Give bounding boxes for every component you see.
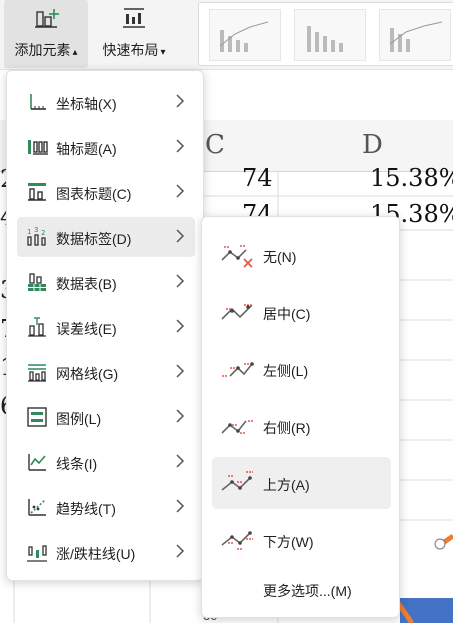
add-element-menu: 坐标轴(X) 轴标题(A) 图表标题(C) 132 数据标签(D) 数据表(B)… [6,70,204,581]
menu-item-label: 图表标题(C) [56,186,132,202]
chart-style-thumbnail[interactable] [379,9,451,61]
no-label-icon [221,245,253,268]
chevron-right-icon [176,94,185,108]
label-above-icon [221,471,253,491]
more-options-link[interactable]: 更多选项...(M) [263,581,352,601]
quick-layout-icon [123,8,145,28]
menu-item-label: 图例(L) [56,411,102,427]
chevron-right-icon [176,454,185,468]
submenu-item-label: 上方(A) [263,477,310,493]
ribbon-toolbar: 添加元素 ▴ 快速布局 ▾ [0,0,453,70]
menu-item-data-table[interactable]: 数据表(B) [17,262,195,302]
up-down-bar-icon [27,545,47,562]
chevron-right-icon [176,229,185,243]
svg-text:2: 2 [41,229,45,237]
submenu-item-label: 右侧(R) [263,420,311,436]
chevron-right-icon [176,364,185,378]
quick-layout-label: 快速布局 [102,42,159,58]
menu-item-label: 数据表(B) [56,276,117,292]
label-below-icon [221,531,253,550]
chevron-right-icon [176,274,185,288]
chart-thumbnail-icon [219,21,269,52]
chart-point-handle [434,538,446,550]
label-right-icon [221,420,254,434]
add-element-icon [35,9,59,28]
submenu-item-label: 居中(C) [263,306,311,322]
chart-style-thumbnail[interactable] [209,9,281,61]
data-table-icon [28,273,46,291]
menu-item-error-bar[interactable]: 误差线(E) [17,307,195,347]
trendline-icon [28,499,46,516]
data-label-submenu: 无(N) 居中(C) 左侧(L) 右侧(R) 上方(A) 下方(W) 更多选项.… [201,216,400,618]
menu-item-label: 误差线(E) [56,321,117,337]
chevron-right-icon [176,499,185,513]
chevron-right-icon [176,139,185,153]
menu-item-label: 线条(I) [56,456,98,472]
line-icon [28,454,46,471]
submenu-item-label: 无(N) [263,249,297,265]
label-left-icon [222,362,254,377]
menu-item-label: 数据标签(D) [56,231,132,247]
menu-item-label: 网格线(G) [56,366,119,382]
menu-item-label: 坐标轴(X) [56,96,117,112]
submenu-item-none[interactable]: 无(N) [212,229,391,281]
axis-title-icon [28,140,48,155]
caret-down-icon: ▾ [160,47,166,58]
submenu-item-label: 下方(W) [263,534,314,550]
menu-item-chart-title[interactable]: 图表标题(C) [17,172,195,212]
menu-item-data-label[interactable]: 132 数据标签(D) [17,217,195,257]
svg-text:3: 3 [34,226,38,234]
menu-item-label: 涨/跌柱线(U) [56,546,136,562]
submenu-item-center[interactable]: 居中(C) [212,286,391,338]
menu-item-label: 轴标题(A) [56,141,117,157]
legend-icon [27,407,47,427]
chevron-right-icon [176,319,185,333]
menu-item-axis[interactable]: 坐标轴(X) [17,82,195,122]
submenu-item-below[interactable]: 下方(W) [212,514,391,566]
chart-title-icon [28,183,46,201]
chart-thumbnail-icon [307,26,343,52]
chart-style-gallery [198,2,453,66]
menu-item-up-down-bar[interactable]: 涨/跌柱线(U) [17,532,195,572]
quick-layout-button[interactable]: 快速布局 ▾ [92,0,176,68]
error-bar-icon [28,317,46,337]
chevron-right-icon [176,544,185,558]
chart-thumbnail-icon [389,21,443,52]
label-center-icon [221,304,253,320]
submenu-item-left[interactable]: 左侧(L) [212,343,391,395]
menu-item-line[interactable]: 线条(I) [17,442,195,482]
submenu-item-label: 左侧(L) [263,363,309,379]
chart-style-thumbnail[interactable] [294,9,366,61]
gridline-icon [28,364,46,382]
chevron-right-icon [176,184,185,198]
add-element-label: 添加元素 [14,42,71,58]
caret-up-icon: ▴ [72,47,78,58]
submenu-item-above[interactable]: 上方(A) [212,457,391,509]
svg-text:1: 1 [27,228,31,236]
menu-item-legend[interactable]: 图例(L) [17,397,195,437]
axis-icon [30,94,46,110]
menu-item-label: 趋势线(T) [56,501,116,517]
chevron-right-icon [176,409,185,423]
menu-item-gridline[interactable]: 网格线(G) [17,352,195,392]
menu-item-trendline[interactable]: 趋势线(T) [17,487,195,527]
submenu-item-right[interactable]: 右侧(R) [212,400,391,452]
menu-item-axis-title[interactable]: 轴标题(A) [17,127,195,167]
data-label-icon: 132 [27,226,46,246]
add-element-button[interactable]: 添加元素 ▴ [4,0,88,68]
